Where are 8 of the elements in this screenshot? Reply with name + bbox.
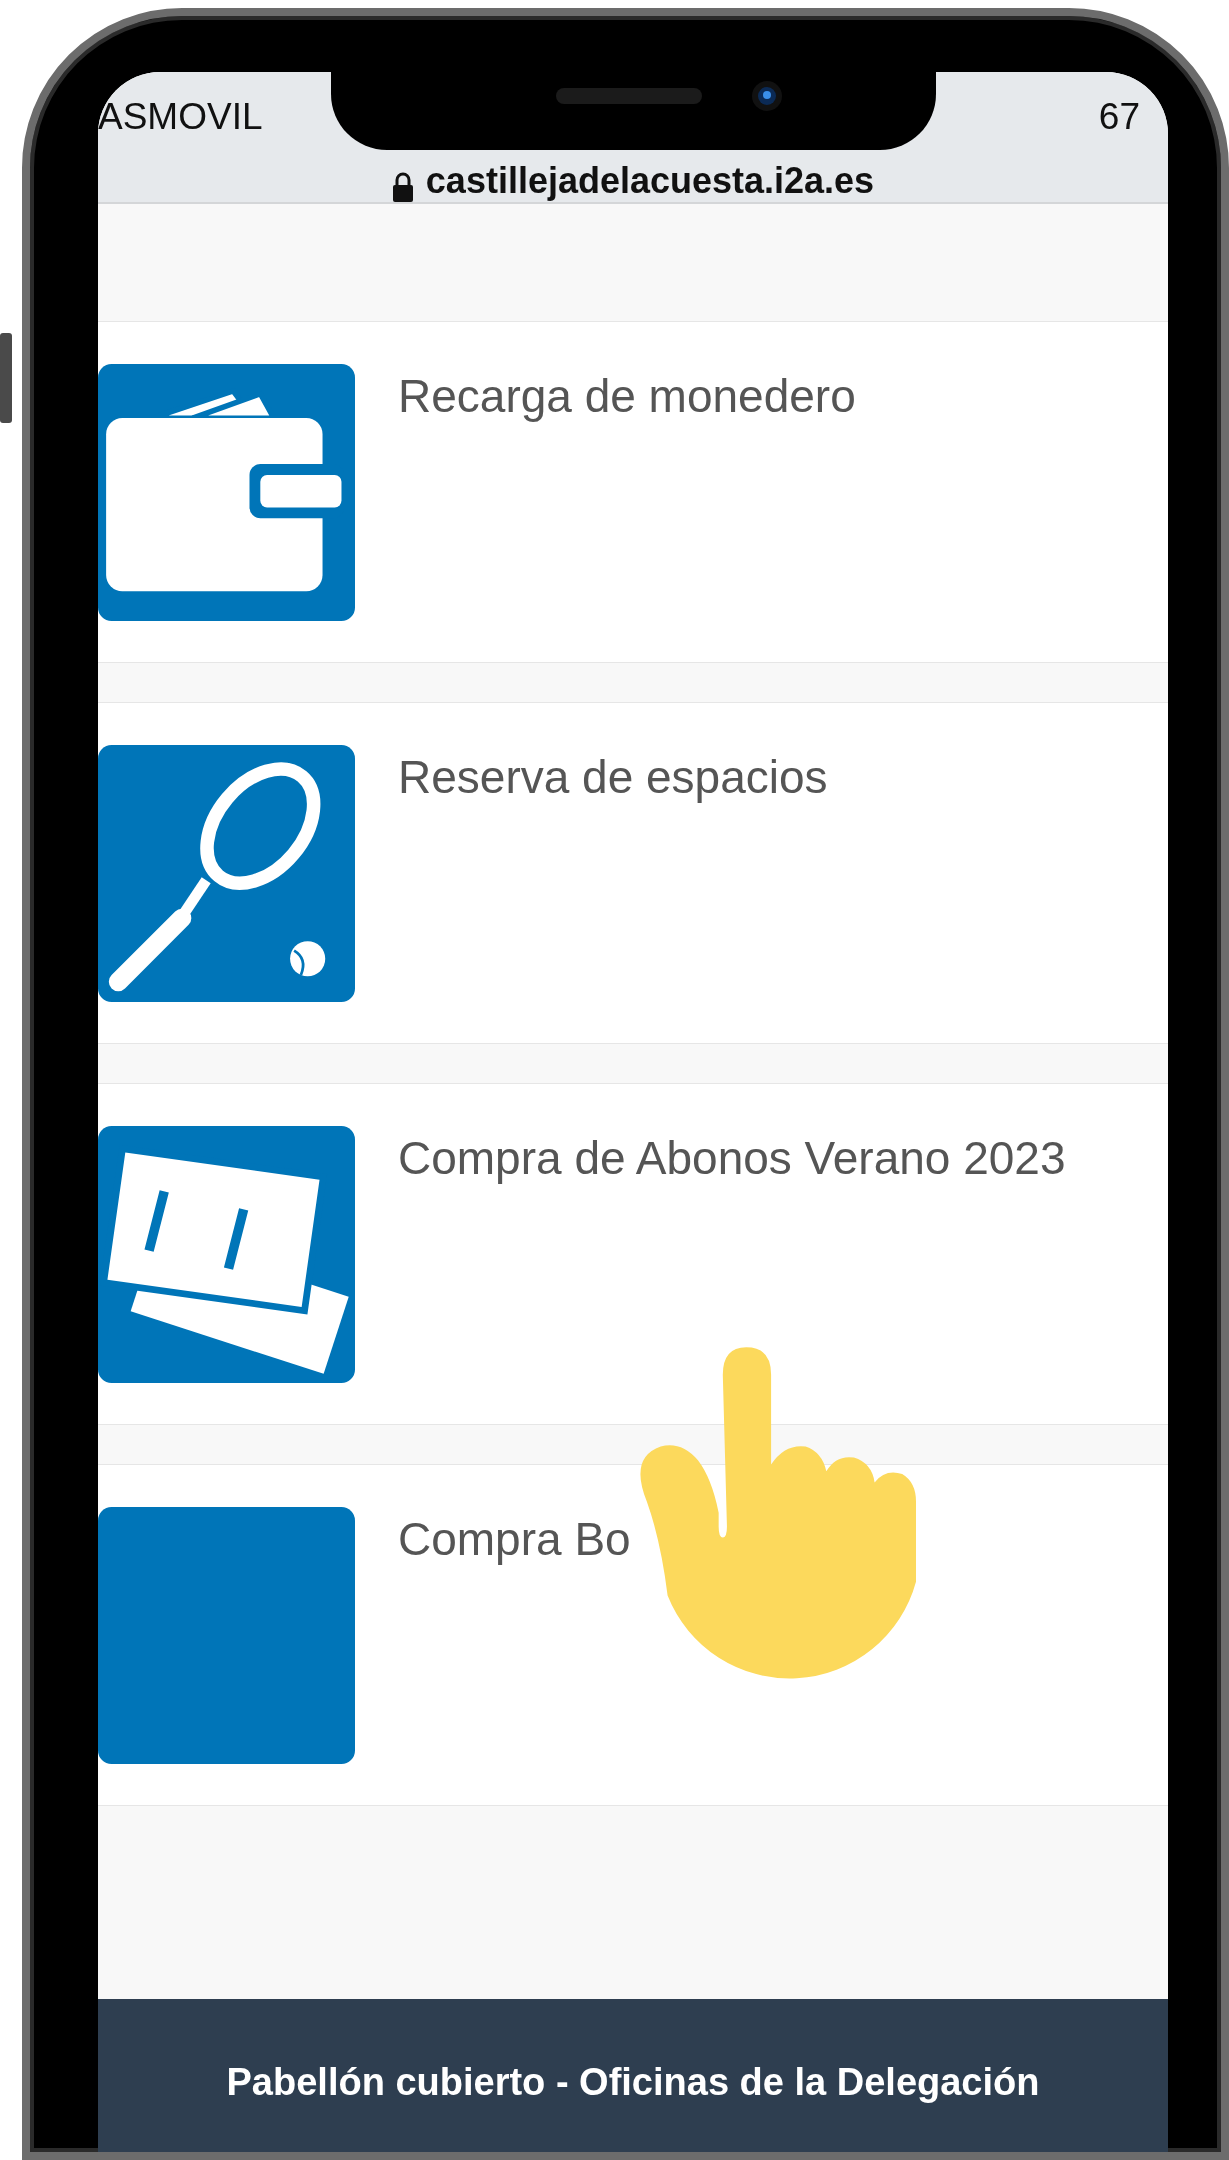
battery-percent: 67 — [1098, 95, 1140, 139]
url-text[interactable]: castillejadelacuesta.i2a.es — [425, 160, 875, 202]
footer-text: Pabellón cubierto - Oficinas de la Delegación — [226, 2061, 1040, 2103]
menu-item-label[interactable]: Reserva de espacios — [398, 753, 828, 801]
menu-item-label[interactable]: Compra de Abonos Verano 2023 — [398, 1134, 1066, 1182]
menu-item-label[interactable]: Recarga de monedero — [398, 372, 856, 420]
menu-item-label[interactable]: Compra Bo — [398, 1515, 631, 1563]
carrier-name: ASMOVIL — [98, 95, 263, 139]
